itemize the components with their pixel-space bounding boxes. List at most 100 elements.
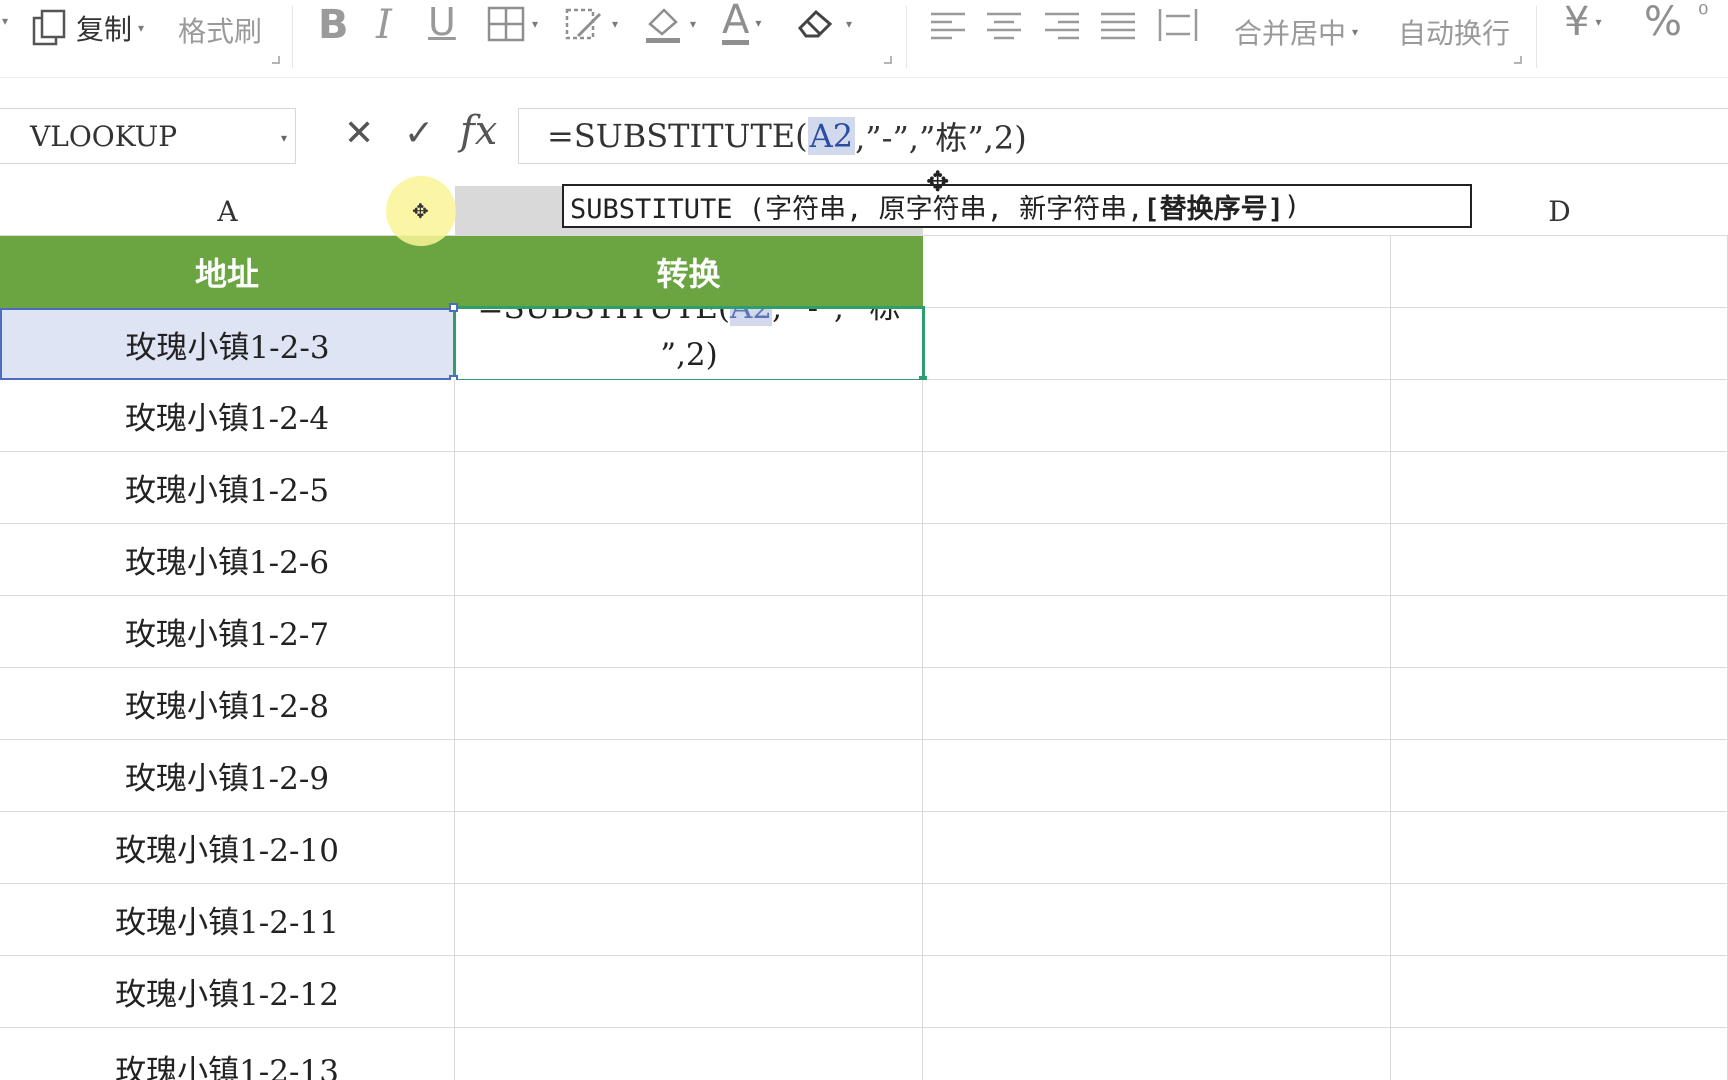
formula-text-suffix: ,”-”,”栋”,2) xyxy=(855,119,1027,157)
cell-d4[interactable] xyxy=(1391,452,1728,524)
align-left-button[interactable] xyxy=(928,8,968,44)
cell-b6[interactable] xyxy=(455,596,923,668)
underline-button[interactable]: U xyxy=(428,0,456,44)
confirm-formula-button[interactable]: ✓ xyxy=(404,116,434,152)
insert-function-button[interactable]: fx xyxy=(460,108,497,154)
font-color-button[interactable]: A ▾ xyxy=(722,0,761,45)
cell-a12[interactable]: 玫瑰小镇1-2-13 xyxy=(0,1028,455,1080)
percent-button[interactable]: % xyxy=(1644,2,1682,42)
merge-center-label: 合并居中 xyxy=(1234,17,1347,50)
cell-a2[interactable]: 玫瑰小镇1-2-3 xyxy=(0,308,455,380)
align-left-icon xyxy=(931,12,965,40)
move-cursor-icon: ✥ xyxy=(412,199,429,223)
cell-a5[interactable]: 玫瑰小镇1-2-6 xyxy=(0,524,455,596)
distributed-button[interactable] xyxy=(1156,6,1200,44)
cell-c10[interactable] xyxy=(923,884,1391,956)
cell-c4[interactable] xyxy=(923,452,1391,524)
cell-style-button[interactable]: ▾ xyxy=(564,4,618,44)
wrap-text-button[interactable]: 自动换行 xyxy=(1398,12,1510,52)
italic-button[interactable]: I xyxy=(376,2,392,48)
align-center-button[interactable] xyxy=(984,8,1024,44)
copy-button[interactable]: 复制 ▾ xyxy=(30,8,144,48)
cell-c6[interactable] xyxy=(923,596,1391,668)
thousands-button[interactable]: ⁰ xyxy=(1698,2,1708,28)
cell-a3[interactable]: 玫瑰小镇1-2-4 xyxy=(0,380,455,452)
chevron-down-icon: ▾ xyxy=(138,21,145,35)
cell-d8[interactable] xyxy=(1391,740,1728,812)
cell-c9[interactable] xyxy=(923,812,1391,884)
tooltip-text: SUBSTITUTE (字符串, 原字符串, 新字符串, xyxy=(570,193,1144,225)
cell-d5[interactable] xyxy=(1391,524,1728,596)
format-painter-button[interactable]: 格式刷 xyxy=(178,10,262,50)
formula-input[interactable]: =SUBSTITUTE(A2 ,”-”,”栋”,2) xyxy=(518,108,1728,164)
cell-a6[interactable]: 玫瑰小镇1-2-7 xyxy=(0,596,455,668)
chevron-down-icon: ▾ xyxy=(755,15,762,30)
currency-button[interactable]: ¥ ▾ xyxy=(1564,2,1601,42)
merge-center-button[interactable]: 合并居中 ▾ xyxy=(1234,12,1358,52)
cell-c2[interactable] xyxy=(925,308,1391,380)
border-button[interactable]: ▾ xyxy=(486,4,538,44)
column-header-label: D xyxy=(1548,194,1571,228)
cell-text: 玫瑰小镇1-2-12 xyxy=(115,977,339,1013)
cell-text: 玫瑰小镇1-2-5 xyxy=(124,473,330,509)
cell-a4[interactable]: 玫瑰小镇1-2-5 xyxy=(0,452,455,524)
cell-c1[interactable] xyxy=(923,236,1391,308)
cell-b11[interactable] xyxy=(455,956,923,1028)
cancel-formula-button[interactable]: ✕ xyxy=(344,116,374,152)
cell-a11[interactable]: 玫瑰小镇1-2-12 xyxy=(0,956,455,1028)
fill-color-button[interactable]: ▾ xyxy=(642,2,696,46)
clipboard-group-launcher[interactable] xyxy=(272,56,280,64)
clear-format-button[interactable]: ▾ xyxy=(796,6,852,42)
cell-a8[interactable]: 玫瑰小镇1-2-9 xyxy=(0,740,455,812)
cell-c5[interactable] xyxy=(923,524,1391,596)
cell-c8[interactable] xyxy=(923,740,1391,812)
cell-c7[interactable] xyxy=(923,668,1391,740)
alignment-group-launcher[interactable] xyxy=(1514,56,1522,64)
copy-icon xyxy=(32,9,66,46)
justify-button[interactable] xyxy=(1098,8,1138,44)
close-icon: ✕ xyxy=(344,113,375,154)
cell-a9[interactable]: 玫瑰小镇1-2-10 xyxy=(0,812,455,884)
cell-c3[interactable] xyxy=(923,380,1391,452)
cell-a1[interactable]: 地址 xyxy=(0,236,455,308)
cell-b2-editing[interactable]: =SUBSTITUTE(A2, ”-”, ”栋 ”,2) xyxy=(453,306,925,382)
cell-style-icon xyxy=(565,8,602,40)
cell-c11[interactable] xyxy=(923,956,1391,1028)
cell-b5[interactable] xyxy=(455,524,923,596)
bold-icon: B xyxy=(318,2,349,48)
cell-b9[interactable] xyxy=(455,812,923,884)
cell-d9[interactable] xyxy=(1391,812,1728,884)
chevron-down-icon: ▾ xyxy=(612,17,619,31)
divider xyxy=(1536,6,1537,68)
cell-b8[interactable] xyxy=(455,740,923,812)
cell-text: 玫瑰小镇1-2-8 xyxy=(124,689,330,725)
cell-a7[interactable]: 玫瑰小镇1-2-8 xyxy=(0,668,455,740)
cell-b10[interactable] xyxy=(455,884,923,956)
cell-b3[interactable] xyxy=(455,380,923,452)
cell-b7[interactable] xyxy=(455,668,923,740)
cell-d3[interactable] xyxy=(1391,380,1728,452)
cell-d11[interactable] xyxy=(1391,956,1728,1028)
tooltip-current-argument: [替换序号] xyxy=(1143,193,1284,225)
chevron-down-icon[interactable]: ▾ xyxy=(281,131,287,145)
cell-b1[interactable]: 转换 xyxy=(455,236,923,308)
cell-b4[interactable] xyxy=(455,452,923,524)
cell-d6[interactable] xyxy=(1391,596,1728,668)
align-right-icon xyxy=(1045,12,1079,40)
cell-c12[interactable] xyxy=(923,1028,1391,1080)
cell-d2[interactable] xyxy=(1391,308,1728,380)
cell-a10[interactable]: 玫瑰小镇1-2-11 xyxy=(0,884,455,956)
cell-d10[interactable] xyxy=(1391,884,1728,956)
cell-d1[interactable] xyxy=(1391,236,1728,308)
name-box[interactable]: VLOOKUP ▾ xyxy=(0,108,296,164)
cell-edit-text: =SUBSTITUTE( xyxy=(477,306,730,326)
cell-d12[interactable] xyxy=(1391,1028,1728,1080)
bold-button[interactable]: B xyxy=(318,2,349,48)
cell-d7[interactable] xyxy=(1391,668,1728,740)
font-group-launcher[interactable] xyxy=(884,56,892,64)
align-right-button[interactable] xyxy=(1042,8,1082,44)
copy-dropdown-arrow[interactable]: ▾ xyxy=(0,14,8,28)
cell-edit-line-2: ”,2) xyxy=(660,337,718,373)
cell-b12[interactable] xyxy=(455,1028,923,1080)
selection-handle[interactable] xyxy=(449,303,458,312)
